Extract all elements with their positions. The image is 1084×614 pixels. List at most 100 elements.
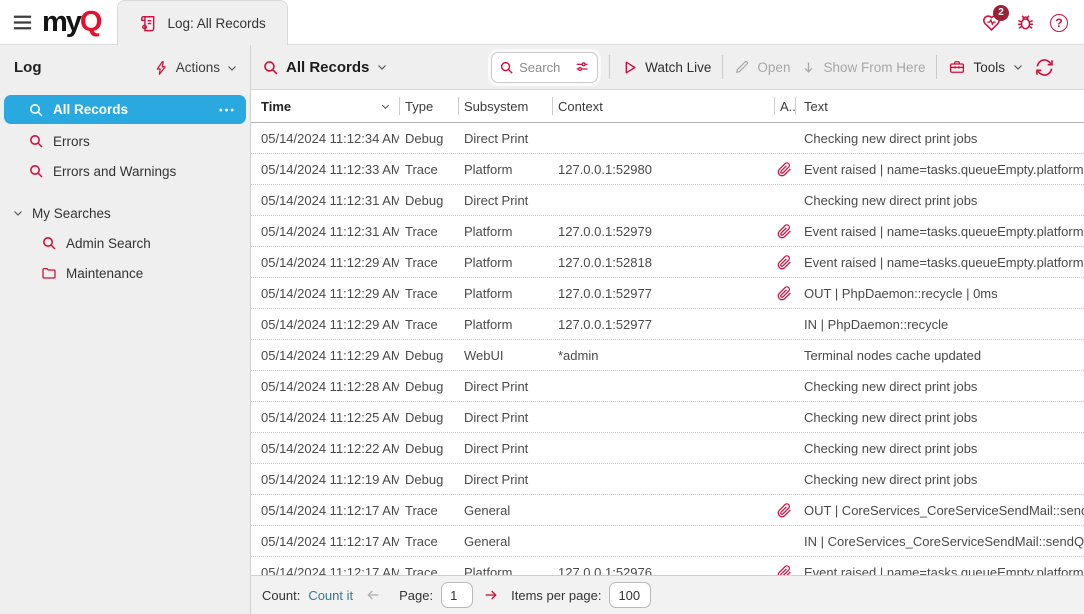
toolbar-divider (722, 55, 723, 79)
cell-attachment (774, 371, 795, 401)
sidebar-item-label: All Records (53, 102, 128, 117)
cell-text: OUT | PhpDaemon::recycle | 0ms (795, 278, 1084, 308)
actions-label: Actions (176, 60, 220, 75)
search-input[interactable] (519, 60, 569, 75)
sidebar-item-maintenance[interactable]: Maintenance (0, 258, 250, 288)
myq-log-window: myQ Log: All Records 2 (0, 0, 1084, 614)
cell-time: 05/14/2024 11:12:17 AM (251, 526, 399, 556)
column-header-context[interactable]: Context (552, 90, 774, 122)
cell-attachment (774, 402, 795, 432)
hamburger-menu-icon[interactable] (9, 10, 35, 36)
tools-dropdown-button[interactable]: Tools (948, 58, 1024, 76)
cell-attachment (774, 123, 795, 153)
table-row[interactable]: 05/14/2024 11:12:17 AM Trace General OUT… (251, 495, 1084, 526)
table-row[interactable]: 05/14/2024 11:12:33 AM Trace Platform 12… (251, 154, 1084, 185)
table-row[interactable]: 05/14/2024 11:12:28 AM Debug Direct Prin… (251, 371, 1084, 402)
pencil-icon (734, 59, 750, 75)
cell-context: 127.0.0.1:52979 (552, 216, 774, 246)
view-switcher-all-records[interactable]: All Records (262, 59, 388, 76)
cell-type: Trace (399, 216, 458, 246)
attachment-paperclip-icon[interactable] (777, 286, 792, 301)
table-row[interactable]: 05/14/2024 11:12:29 AM Debug WebUI *admi… (251, 340, 1084, 371)
column-header-attachments[interactable]: A... (774, 90, 795, 122)
cell-time: 05/14/2024 11:12:28 AM (251, 371, 399, 401)
cell-text: Checking new direct print jobs (795, 185, 1084, 215)
cell-attachment (774, 309, 795, 339)
table-row[interactable]: 05/14/2024 11:12:31 AM Debug Direct Prin… (251, 185, 1084, 216)
lightning-icon (154, 60, 170, 76)
sidebar-item-admin-search[interactable]: Admin Search (0, 228, 250, 258)
column-header-type[interactable]: Type (399, 90, 458, 122)
attachment-paperclip-icon[interactable] (777, 503, 792, 518)
cell-context: 127.0.0.1:52977 (552, 278, 774, 308)
cell-time: 05/14/2024 11:12:19 AM (251, 464, 399, 494)
table-row[interactable]: 05/14/2024 11:12:22 AM Debug Direct Prin… (251, 433, 1084, 464)
sidebar-section-my-searches[interactable]: My Searches (0, 198, 250, 228)
main-toolbar: All Records (251, 45, 1084, 90)
cell-subsystem: Platform (458, 247, 552, 277)
arrow-down-icon (801, 60, 816, 75)
ellipsis-more-icon[interactable] (218, 105, 235, 115)
cell-type: Trace (399, 154, 458, 184)
search-box (491, 52, 598, 83)
cell-context (552, 495, 774, 525)
page-input[interactable] (441, 582, 473, 608)
table-row[interactable]: 05/14/2024 11:12:31 AM Trace Platform 12… (251, 216, 1084, 247)
cell-attachment (774, 278, 795, 308)
watch-live-button[interactable]: Watch Live (621, 59, 711, 76)
cell-time: 05/14/2024 11:12:29 AM (251, 278, 399, 308)
section-label: My Searches (32, 206, 111, 221)
cell-time: 05/14/2024 11:12:25 AM (251, 402, 399, 432)
sidebar-nav: All Records Errors Errors and Warnings (0, 90, 250, 614)
attachment-paperclip-icon[interactable] (777, 162, 792, 177)
count-it-link[interactable]: Count it (308, 588, 353, 603)
search-icon (28, 102, 44, 118)
cell-subsystem: WebUI (458, 340, 552, 370)
sidebar-item-all-records[interactable]: All Records (4, 95, 246, 124)
cell-text: Event raised | name=tasks.queueEmpty.pla… (795, 247, 1084, 277)
actions-dropdown-button[interactable]: Actions (154, 60, 238, 76)
cell-type: Trace (399, 247, 458, 277)
open-button[interactable]: Open (734, 59, 790, 75)
sidebar-item-errors[interactable]: Errors (0, 126, 250, 156)
chevron-down-icon (12, 207, 24, 219)
table-row[interactable]: 05/14/2024 11:12:29 AM Trace Platform 12… (251, 247, 1084, 278)
cell-attachment (774, 340, 795, 370)
cell-type: Debug (399, 433, 458, 463)
lower-area: Log Actions All Records (0, 45, 1084, 614)
cell-text: Event raised | name=tasks.queueEmpty.pla… (795, 557, 1084, 575)
logo-q: Q (80, 6, 101, 38)
cell-context (552, 185, 774, 215)
table-row[interactable]: 05/14/2024 11:12:29 AM Trace Platform 12… (251, 278, 1084, 309)
column-header-text[interactable]: Text (795, 90, 1084, 122)
table-row[interactable]: 05/14/2024 11:12:17 AM Trace General IN … (251, 526, 1084, 557)
cell-time: 05/14/2024 11:12:31 AM (251, 185, 399, 215)
column-header-time[interactable]: Time (251, 90, 399, 122)
next-page-arrow-icon[interactable] (483, 587, 499, 603)
table-row[interactable]: 05/14/2024 11:12:17 AM Trace Platform 12… (251, 557, 1084, 575)
search-icon (28, 133, 44, 149)
refresh-button[interactable] (1035, 58, 1054, 77)
attachment-paperclip-icon[interactable] (777, 224, 792, 239)
previous-page-arrow-icon[interactable] (365, 587, 381, 603)
sidebar-item-errors-and-warnings[interactable]: Errors and Warnings (0, 156, 250, 186)
cell-time: 05/14/2024 11:12:22 AM (251, 433, 399, 463)
attachment-paperclip-icon[interactable] (777, 565, 792, 576)
count-label: Count: (262, 588, 300, 603)
toolbar-divider (609, 55, 610, 79)
attachment-paperclip-icon[interactable] (777, 255, 792, 270)
table-row[interactable]: 05/14/2024 11:12:29 AM Trace Platform 12… (251, 309, 1084, 340)
table-row[interactable]: 05/14/2024 11:12:25 AM Debug Direct Prin… (251, 402, 1084, 433)
cell-text: Checking new direct print jobs (795, 123, 1084, 153)
table-row[interactable]: 05/14/2024 11:12:19 AM Debug Direct Prin… (251, 464, 1084, 495)
items-per-page-input[interactable] (609, 582, 651, 608)
cell-type: Debug (399, 464, 458, 494)
column-header-subsystem[interactable]: Subsystem (458, 90, 552, 122)
system-health-button[interactable]: 2 (980, 12, 1002, 34)
debug-bug-button[interactable] (1014, 12, 1036, 34)
tab-log-all-records[interactable]: Log: All Records (117, 0, 287, 45)
help-button[interactable]: ? (1048, 12, 1070, 34)
show-from-here-button[interactable]: Show From Here (801, 60, 925, 75)
advanced-search-sliders-icon[interactable] (574, 59, 590, 75)
table-row[interactable]: 05/14/2024 11:12:34 AM Debug Direct Prin… (251, 123, 1084, 154)
